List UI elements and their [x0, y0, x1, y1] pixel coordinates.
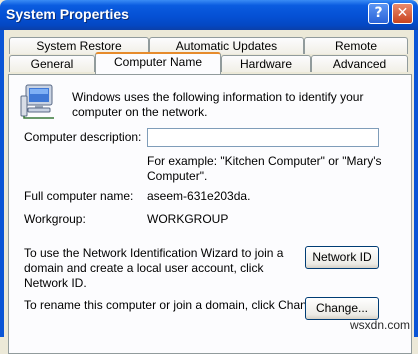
computer-description-input[interactable] [147, 128, 379, 147]
help-button[interactable]: ? [368, 3, 389, 24]
window-title: System Properties [6, 6, 129, 22]
window-frame-right [414, 30, 418, 337]
workgroup-label: Workgroup: [24, 212, 86, 226]
close-button[interactable]: ✕ [392, 3, 413, 24]
tab-hardware[interactable]: Hardware [221, 55, 311, 72]
computer-description-label: Computer description: [24, 130, 142, 144]
tab-general[interactable]: General [9, 55, 95, 72]
example-text: For example: "Kitchen Computer" or "Mary… [147, 154, 382, 183]
intro-text: Windows uses the following information t… [72, 90, 364, 119]
computer-network-icon [20, 84, 54, 119]
tab-advanced[interactable]: Advanced [311, 55, 408, 72]
window-frame-left [0, 30, 4, 337]
network-id-button[interactable]: Network ID [305, 246, 379, 269]
title-bar[interactable]: System Properties ? ✕ [0, 0, 418, 30]
change-button[interactable]: Change... [305, 297, 379, 320]
change-instructions: To rename this computer or join a domain… [24, 298, 324, 312]
tab-remote[interactable]: Remote [304, 37, 408, 54]
tab-computer-name[interactable]: Computer Name [95, 52, 221, 74]
workgroup-value: WORKGROUP [147, 212, 229, 226]
full-computer-name-label: Full computer name: [24, 189, 134, 203]
full-computer-name-value: aseem-631e203da. [147, 189, 251, 203]
network-id-instructions: To use the Network Identification Wizard… [24, 246, 284, 290]
watermark: wsxdn.com [350, 318, 411, 332]
